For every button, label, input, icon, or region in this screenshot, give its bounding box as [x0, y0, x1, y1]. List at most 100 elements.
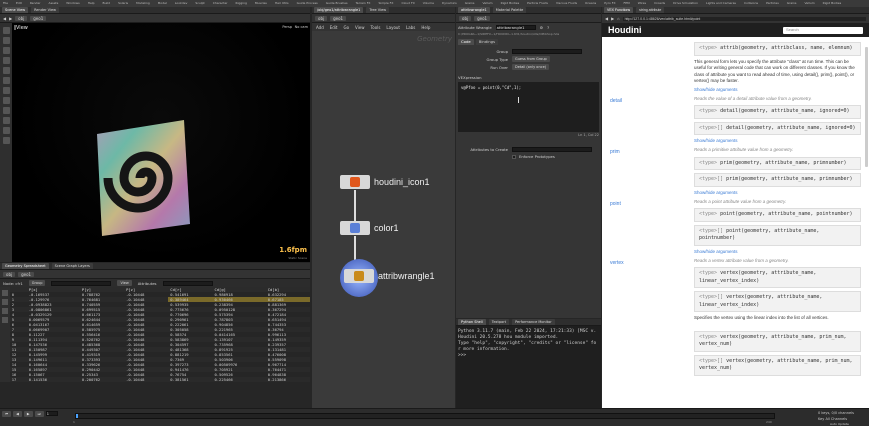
menu-item[interactable]: Viscous Fluids	[556, 1, 577, 6]
network-menu-item[interactable]: Add	[316, 25, 324, 30]
points-class-icon[interactable]	[1, 290, 8, 296]
path-geo[interactable]: geo1	[474, 15, 491, 21]
pose-tool-icon[interactable]	[2, 77, 10, 84]
menu-item[interactable]: Particles	[766, 1, 779, 6]
detail-class-icon[interactable]	[1, 317, 8, 323]
menu-item[interactable]: Cloud FX	[401, 1, 414, 6]
enforce-prototypes-checkbox[interactable]	[512, 154, 516, 159]
network-menu-item[interactable]: Tools	[371, 25, 381, 30]
scale-tool-icon[interactable]	[2, 57, 10, 64]
menu-item[interactable]: Help	[88, 1, 95, 6]
path-obj[interactable]: obj	[315, 15, 328, 21]
network-menu-item[interactable]: View	[355, 25, 365, 30]
viewport-canvas[interactable]: View Persp No cam 1.6fpm Static Scene	[12, 23, 310, 262]
menu-item[interactable]: Simple FX	[378, 1, 393, 6]
menu-item[interactable]: Volume	[423, 1, 434, 6]
node-houdini-icon[interactable]: houdini_icon1	[340, 175, 430, 189]
menu-item[interactable]: Crowds	[654, 1, 665, 6]
attributes-field[interactable]	[162, 280, 213, 286]
menu-item[interactable]: Particle Fluids	[527, 1, 548, 6]
menu-item[interactable]: Build	[103, 1, 111, 6]
menu-item[interactable]: Grains	[787, 1, 797, 6]
menu-item[interactable]: Oceans	[585, 1, 596, 6]
snap-tool-icon[interactable]	[2, 107, 10, 114]
path-obj[interactable]: obj	[15, 15, 28, 21]
vex-code-editor[interactable]: v@Pfoo = point(0,"Cd",1);	[458, 82, 599, 132]
auto-update-dropdown[interactable]: Auto Update	[830, 422, 849, 426]
brush-tool-icon[interactable]	[2, 87, 10, 94]
menu-item[interactable]: Guide Brushes	[326, 1, 348, 6]
persp-button[interactable]: Persp	[282, 25, 292, 29]
tab-material-palette[interactable]: Material Palette	[492, 7, 527, 13]
tab-scene-graph-layers[interactable]: Scene Graph Layers	[51, 263, 93, 269]
help-scrollbar[interactable]	[865, 47, 868, 167]
path-obj[interactable]: obj	[3, 271, 16, 277]
menu-item[interactable]: Edit	[16, 1, 22, 6]
jump-start-icon[interactable]: ⏮	[2, 411, 12, 417]
tab-vex-functions[interactable]: VEX Functions	[604, 7, 634, 13]
camera-button[interactable]: No cam	[295, 25, 308, 29]
path-geo[interactable]: geo1	[30, 15, 47, 21]
forward-icon[interactable]: ▶	[9, 16, 12, 21]
tab-geometry-spreadsheet[interactable]: Geometry Spreadsheet	[2, 263, 49, 269]
vertices-class-icon[interactable]	[1, 299, 8, 305]
network-menu-item[interactable]: Labs	[406, 25, 415, 30]
menu-item[interactable]: FEM	[624, 1, 630, 6]
tab-textport[interactable]: Textport	[488, 319, 510, 325]
url-field[interactable]: http://127.0.0.1:48626/vex/attrib_suite.…	[622, 16, 866, 21]
play-icon[interactable]: ▶	[23, 411, 33, 417]
back-icon[interactable]: ◀	[605, 16, 608, 21]
show-hide-arguments-link[interactable]: Show/hide arguments	[694, 190, 861, 195]
path-obj[interactable]: obj	[459, 15, 472, 21]
view-tool-icon[interactable]	[2, 97, 10, 104]
tab-tree-view[interactable]: Tree View	[366, 7, 390, 13]
menu-item[interactable]: Vellum	[482, 1, 492, 6]
move-tool-icon[interactable]	[2, 37, 10, 44]
menu-item[interactable]: Hair Utils	[275, 1, 289, 6]
menu-item[interactable]: Windows	[66, 1, 79, 6]
menu-item[interactable]: Dynamics	[442, 1, 457, 6]
menu-item[interactable]: Muscles	[255, 1, 267, 6]
forward-icon[interactable]: ▶	[611, 16, 614, 21]
network-menu-item[interactable]: Go	[344, 25, 350, 30]
menu-item[interactable]: Drive Simulation	[673, 1, 698, 6]
network-menu-item[interactable]: Edit	[330, 25, 338, 30]
view-dropdown[interactable]: View	[117, 280, 132, 286]
frame-field[interactable]: 1	[45, 411, 58, 416]
path-geo[interactable]: geo1	[330, 15, 347, 21]
node-name-field[interactable]: attribwrangle1	[495, 25, 536, 30]
node-box[interactable]	[340, 221, 370, 235]
menu-item[interactable]: Modeling	[136, 1, 150, 6]
group-type-menu[interactable]: Guess from Group	[512, 56, 550, 62]
network-menu-item[interactable]: Layout	[386, 25, 400, 30]
group-field[interactable]	[51, 280, 112, 286]
render-tool-icon[interactable]	[2, 137, 10, 144]
node-box[interactable]	[340, 175, 370, 189]
menu-item[interactable]: Model	[158, 1, 167, 6]
menu-item[interactable]: Solaris	[118, 1, 128, 6]
table-row[interactable]: 17 0.141536 0.200762 -0.10448 0.381561 0.2254…	[9, 377, 310, 382]
node-box[interactable]	[344, 269, 374, 283]
network-menu-item[interactable]: Help	[421, 25, 430, 30]
timeline-bar[interactable]	[75, 413, 775, 419]
menu-item[interactable]: Wires	[638, 1, 646, 6]
menu-item[interactable]: Character	[213, 1, 228, 6]
key-all-channels-button[interactable]: Key All Channels	[818, 417, 847, 421]
show-hide-arguments-link[interactable]: Show/hide arguments	[694, 87, 861, 92]
step-back-icon[interactable]: ◀	[13, 411, 22, 417]
menu-item[interactable]: Collisions	[744, 1, 758, 6]
menu-item[interactable]: Pyro FX	[604, 1, 615, 6]
handle-tool-icon[interactable]	[2, 67, 10, 74]
tab-parameters[interactable]: attribwrangle1	[458, 7, 490, 13]
rotate-tool-icon[interactable]	[2, 47, 10, 54]
jump-end-icon[interactable]: ⏭	[34, 411, 44, 417]
menu-item[interactable]: Vellum	[804, 1, 814, 6]
primitives-class-icon[interactable]	[1, 308, 8, 314]
menu-item[interactable]: Rigid Bodies	[501, 1, 520, 6]
search-input[interactable]: Search	[783, 26, 863, 34]
menu-item[interactable]: Grains	[465, 1, 475, 6]
menu-item[interactable]: Terrain FX	[356, 1, 371, 6]
back-icon[interactable]: ◀	[3, 16, 6, 21]
menu-item[interactable]: Assets	[49, 1, 59, 6]
menu-item[interactable]: Guide Process	[297, 1, 318, 6]
